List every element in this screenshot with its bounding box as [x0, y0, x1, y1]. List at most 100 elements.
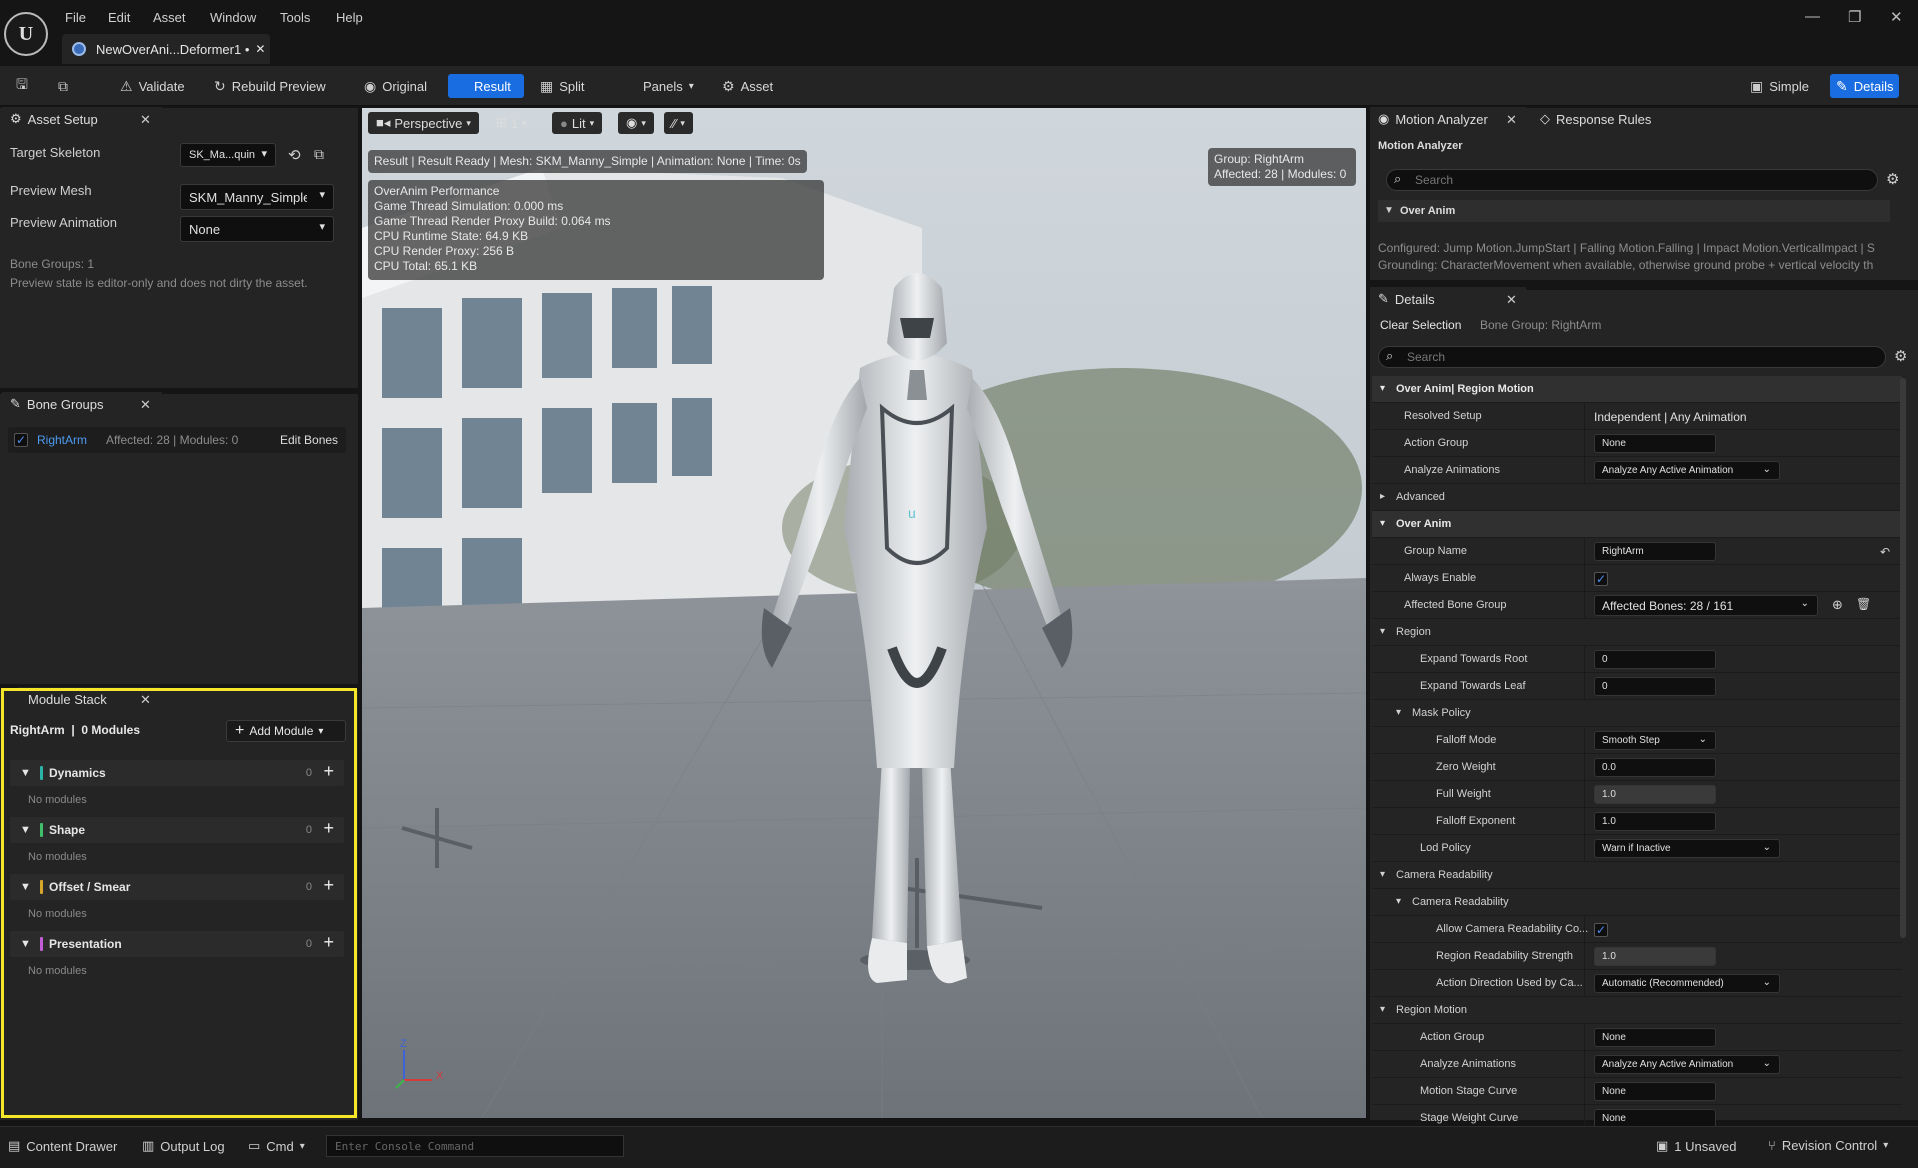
property-input[interactable]: 0.0 [1594, 758, 1716, 777]
column-divider[interactable] [1584, 1051, 1585, 1078]
column-divider[interactable] [1584, 754, 1585, 781]
column-divider[interactable] [1584, 808, 1585, 835]
bone-group-name[interactable]: RightArm [37, 433, 87, 447]
panels-dropdown[interactable]: Panels ▾ [637, 74, 700, 98]
unsaved-button[interactable]: ▣ 1 Unsaved [1656, 1138, 1736, 1154]
property-input[interactable]: 1.0 [1594, 812, 1716, 831]
close-icon[interactable]: ✕ [140, 397, 151, 413]
property-checkbox[interactable]: ✓ [1594, 572, 1608, 586]
show-dropdown[interactable]: ◉ ▾ [618, 112, 654, 134]
details-row[interactable]: ▾ Over Anim [1372, 511, 1902, 538]
details-row[interactable]: ▸ Advanced [1372, 484, 1902, 511]
fov-dropdown[interactable]: ⊞ 1 ▾ [488, 112, 535, 134]
menu-help[interactable]: Help [336, 10, 363, 25]
rebuild-preview-button[interactable]: ↻ Rebuild Preview [208, 74, 332, 98]
browse-icon[interactable]: ⧉ [314, 146, 324, 163]
column-divider[interactable] [1584, 1024, 1585, 1051]
property-dropdown[interactable]: Warn if Inactive ⌄ [1594, 839, 1780, 858]
restore-icon[interactable]: ❐ [1848, 8, 1861, 26]
chevron-down-icon[interactable]: ▾ [1396, 896, 1401, 907]
simple-mode-button[interactable]: ▣ Simple [1744, 74, 1815, 98]
details-row[interactable]: ▾ Camera Readability [1372, 862, 1902, 889]
property-dropdown[interactable]: Smooth Step ⌄ [1594, 731, 1716, 750]
unreal-logo-icon[interactable]: U [4, 12, 48, 56]
module-category-dynamics[interactable]: ▼ Dynamics 0 + [10, 760, 344, 786]
add-module-plus-icon[interactable]: + [323, 761, 334, 782]
chevron-down-icon[interactable]: ▾ [1380, 626, 1385, 637]
chevron-down-icon[interactable]: ▾ [1380, 1004, 1385, 1015]
column-divider[interactable] [1584, 646, 1585, 673]
use-selected-icon[interactable]: ⟲ [288, 146, 301, 164]
menu-file[interactable]: File [65, 10, 86, 25]
property-input[interactable]: None [1594, 1082, 1716, 1101]
close-icon[interactable]: ✕ [1506, 112, 1517, 128]
minimize-icon[interactable]: — [1805, 8, 1820, 25]
preview-mesh-dropdown[interactable]: SKM_Manny_Simple ▾ [180, 184, 334, 210]
close-icon[interactable]: ✕ [1506, 292, 1517, 308]
column-divider[interactable] [1584, 727, 1585, 754]
chevron-down-icon[interactable]: ▾ [1380, 383, 1385, 394]
clear-selection-button[interactable]: Clear Selection [1380, 318, 1461, 332]
property-input[interactable]: 0 [1594, 677, 1716, 696]
delete-icon[interactable]: 🗑 [1856, 597, 1871, 611]
property-input[interactable]: None [1594, 434, 1716, 453]
details-row[interactable]: Analyze Animations Analyze Any Active Ani… [1372, 1051, 1902, 1078]
revision-control-dropdown[interactable]: ⑂ Revision Control ▾ [1768, 1138, 1888, 1153]
column-divider[interactable] [1584, 403, 1585, 430]
result-button[interactable]: Result [448, 74, 524, 98]
tab-details[interactable]: ✎ Details [1370, 287, 1526, 311]
reset-to-default-icon[interactable]: ↶ [1880, 545, 1890, 559]
menu-tools[interactable]: Tools [280, 10, 310, 25]
details-row[interactable]: Action Group None [1372, 430, 1902, 457]
column-divider[interactable] [1584, 430, 1585, 457]
details-scrollbar[interactable] [1900, 378, 1906, 938]
details-row[interactable]: Resolved Setup Independent | Any Animatio… [1372, 403, 1902, 430]
property-input[interactable]: None [1594, 1028, 1716, 1047]
settings-gear-icon[interactable]: ⚙ [1894, 347, 1907, 365]
details-row[interactable]: ▾ Camera Readability [1372, 889, 1902, 916]
chevron-down-icon[interactable]: ▾ [1380, 518, 1385, 529]
add-module-button[interactable]: + Add Module ▾ [226, 720, 346, 742]
perspective-dropdown[interactable]: ■◂ Perspective ▾ [368, 112, 479, 134]
column-divider[interactable] [1584, 592, 1585, 619]
tab-bone-groups[interactable]: ✎ Bone Groups [2, 392, 162, 416]
property-dropdown[interactable]: Analyze Any Active Animation ⌄ [1594, 1055, 1780, 1074]
details-row[interactable]: Motion Stage Curve None [1372, 1078, 1902, 1105]
details-row[interactable]: Zero Weight 0.0 [1372, 754, 1902, 781]
details-row[interactable]: Always Enable ✓ [1372, 565, 1902, 592]
column-divider[interactable] [1584, 457, 1585, 484]
add-bone-icon[interactable]: ⊕ [1832, 597, 1843, 613]
target-skeleton-dropdown[interactable]: SK_Ma...quin ▾ [180, 143, 276, 167]
tab-module-stack[interactable]: Module Stack [18, 687, 160, 711]
details-row[interactable]: Region Readability Strength 1.0 [1372, 943, 1902, 970]
chevron-down-icon[interactable]: ▾ [1396, 707, 1401, 718]
details-row[interactable]: ▾ Mask Policy [1372, 700, 1902, 727]
details-row[interactable]: Affected Bone Group Affected Bones: 28 / … [1372, 592, 1902, 619]
module-category-presentation[interactable]: ▼ Presentation 0 + [10, 931, 344, 957]
cmd-dropdown[interactable]: ▭ Cmd ▾ [248, 1138, 305, 1154]
details-row[interactable]: Full Weight 1.0 [1372, 781, 1902, 808]
asset-button[interactable]: ⚙ Asset [716, 74, 779, 98]
property-input[interactable]: 1.0 [1594, 785, 1716, 804]
preview-viewport[interactable]: u Z X ■◂ Perspective ▾ ⊞ 1 ▾ ● Lit ▾ ◉ ▾ ⁄⁄ ▾ Re… [362, 108, 1366, 1118]
details-search[interactable]: Search [1378, 346, 1886, 368]
column-divider[interactable] [1584, 835, 1585, 862]
chevron-down-icon[interactable]: ▾ [1380, 869, 1385, 880]
details-row[interactable]: Action Group None [1372, 1024, 1902, 1051]
add-module-plus-icon[interactable]: + [323, 818, 334, 839]
column-divider[interactable] [1584, 916, 1585, 943]
edit-bones-button[interactable]: Edit Bones [280, 433, 338, 447]
content-drawer-button[interactable]: ▤ Content Drawer [8, 1138, 117, 1154]
preview-animation-dropdown[interactable]: None ▾ [180, 216, 334, 242]
settings-gear-icon[interactable]: ⚙ [1886, 170, 1899, 188]
browse-button[interactable]: ⧉ [52, 74, 74, 98]
property-input[interactable]: 0 [1594, 650, 1716, 669]
bone-group-enabled-checkbox[interactable]: ✓ [14, 433, 28, 447]
details-row[interactable]: Expand Towards Leaf 0 [1372, 673, 1902, 700]
module-category-shape[interactable]: ▼ Shape 0 + [10, 817, 344, 843]
menu-edit[interactable]: Edit [108, 10, 130, 25]
add-module-plus-icon[interactable]: + [323, 932, 334, 953]
column-divider[interactable] [1584, 565, 1585, 592]
details-row[interactable]: ▾ Region Motion [1372, 997, 1902, 1024]
details-mode-button[interactable]: ✎ Details [1830, 74, 1900, 98]
